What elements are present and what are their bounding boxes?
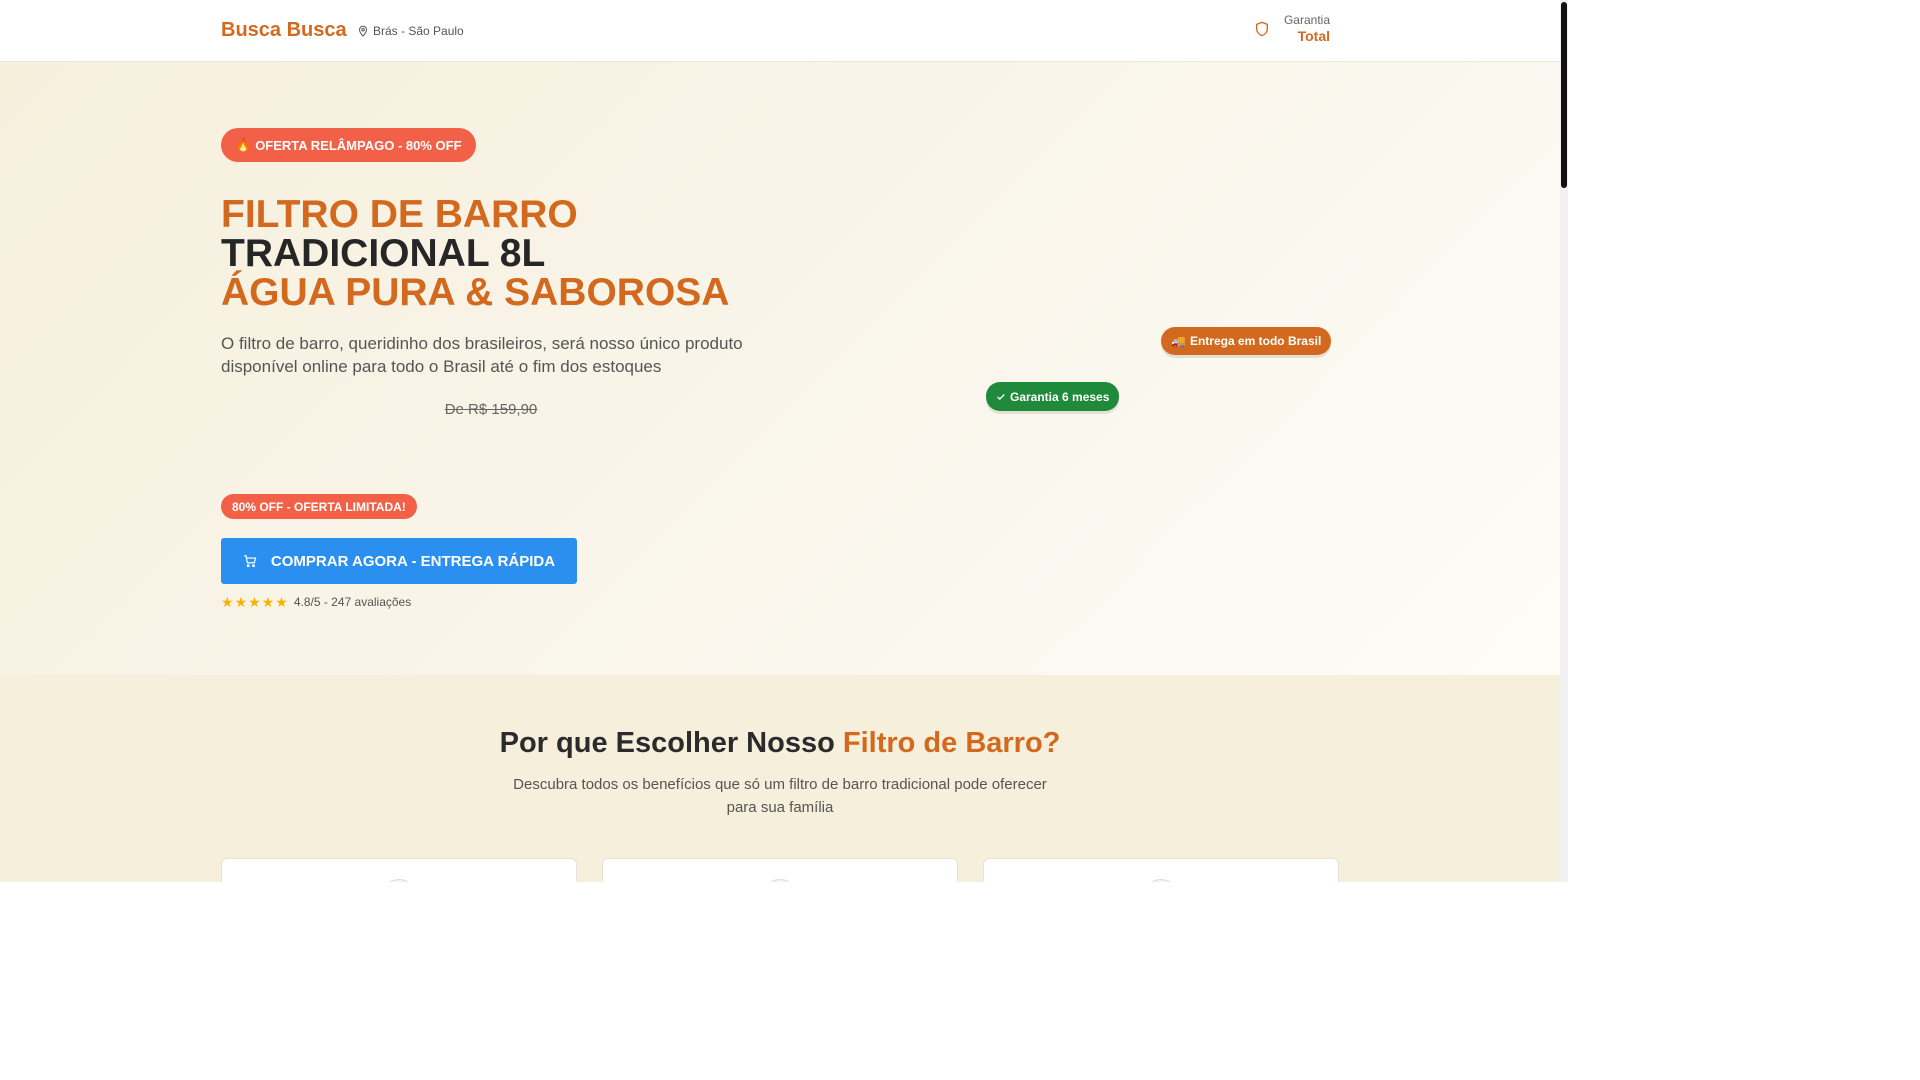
guarantee-value: Total	[1297, 28, 1330, 44]
hero-title: FILTRO DE BARRO TRADICIONAL 8L ÁGUA PURA…	[221, 195, 729, 312]
benefits-section: Por que Escolher Nosso Filtro de Barro? …	[0, 675, 1560, 882]
scrollbar-thumb[interactable]	[1561, 2, 1567, 188]
brand-logo[interactable]: Busca Busca	[221, 19, 347, 42]
benefits-title-main: Por que Escolher Nosso	[499, 727, 843, 759]
benefits-title: Por que Escolher Nosso Filtro de Barro?	[0, 727, 1560, 760]
star-icon: ★	[221, 594, 234, 610]
discount-badge: 80% OFF - OFERTA LIMITADA!	[221, 494, 417, 519]
warranty-tag: Garantia 6 meses	[986, 382, 1120, 411]
check-icon	[997, 393, 1005, 400]
benefit-icon	[763, 879, 797, 882]
shield-icon	[1255, 21, 1268, 37]
site-header: Busca Busca Brás - São Paulo Garantia To…	[0, 0, 1560, 62]
benefits-title-highlight: Filtro de Barro?	[842, 727, 1061, 759]
benefits-subtitle: Descubra todos os benefícios que só um f…	[513, 776, 1047, 816]
benefit-icon	[1144, 879, 1178, 882]
star-icon: ★	[248, 594, 261, 610]
buy-now-button[interactable]: COMPRAR AGORA - ENTREGA RÁPIDA	[221, 538, 577, 584]
location-text: Brás - São Paulo	[373, 24, 464, 38]
benefit-icon	[382, 879, 416, 882]
rating: ★ ★ ★ ★ ★ 4.8/5 - 247 avaliações	[221, 595, 411, 609]
flash-offer-text: OFERTA RELÂMPAGO - 80% OFF	[255, 137, 462, 153]
guarantee-badge: Garantia Total	[1254, 13, 1330, 46]
hero-section: 🔥 OFERTA RELÂMPAGO - 80% OFF FILTRO DE B…	[0, 62, 1560, 675]
hero-title-line2: TRADICIONAL 8L	[221, 232, 546, 275]
benefit-card	[983, 858, 1339, 882]
star-icon: ★	[275, 594, 288, 610]
buy-now-label: COMPRAR AGORA - ENTREGA RÁPIDA	[270, 552, 556, 570]
delivery-tag-text: Entrega em todo Brasil	[1189, 334, 1322, 348]
truck-icon: 🚚	[1171, 334, 1186, 348]
old-price: De R$ 159,90	[444, 401, 538, 418]
hero-title-line1: FILTRO DE BARRO	[221, 193, 578, 236]
hero-description: O filtro de barro, queridinho dos brasil…	[221, 334, 743, 376]
scrollbar[interactable]	[1560, 0, 1568, 882]
warranty-tag-text: Garantia 6 meses	[1010, 389, 1110, 404]
star-icon: ★	[234, 594, 248, 610]
star-icon: ★	[261, 594, 275, 610]
guarantee-label: Garantia	[1283, 13, 1330, 27]
rating-text: 4.8/5 - 247 avaliações	[293, 595, 412, 609]
hero-title-line3: ÁGUA PURA & SABOROSA	[221, 271, 730, 314]
flash-offer-badge: 🔥 OFERTA RELÂMPAGO - 80% OFF	[221, 128, 476, 162]
fire-icon: 🔥	[235, 137, 252, 152]
location: Brás - São Paulo	[357, 24, 464, 38]
delivery-tag: 🚚 Entrega em todo Brasil	[1161, 327, 1332, 355]
map-pin-icon	[358, 25, 368, 37]
benefit-card	[602, 858, 958, 882]
page: Busca Busca Brás - São Paulo Garantia To…	[0, 0, 1568, 882]
cart-icon	[244, 555, 257, 568]
rating-stars: ★ ★ ★ ★ ★	[221, 595, 288, 609]
benefit-card	[221, 858, 577, 882]
